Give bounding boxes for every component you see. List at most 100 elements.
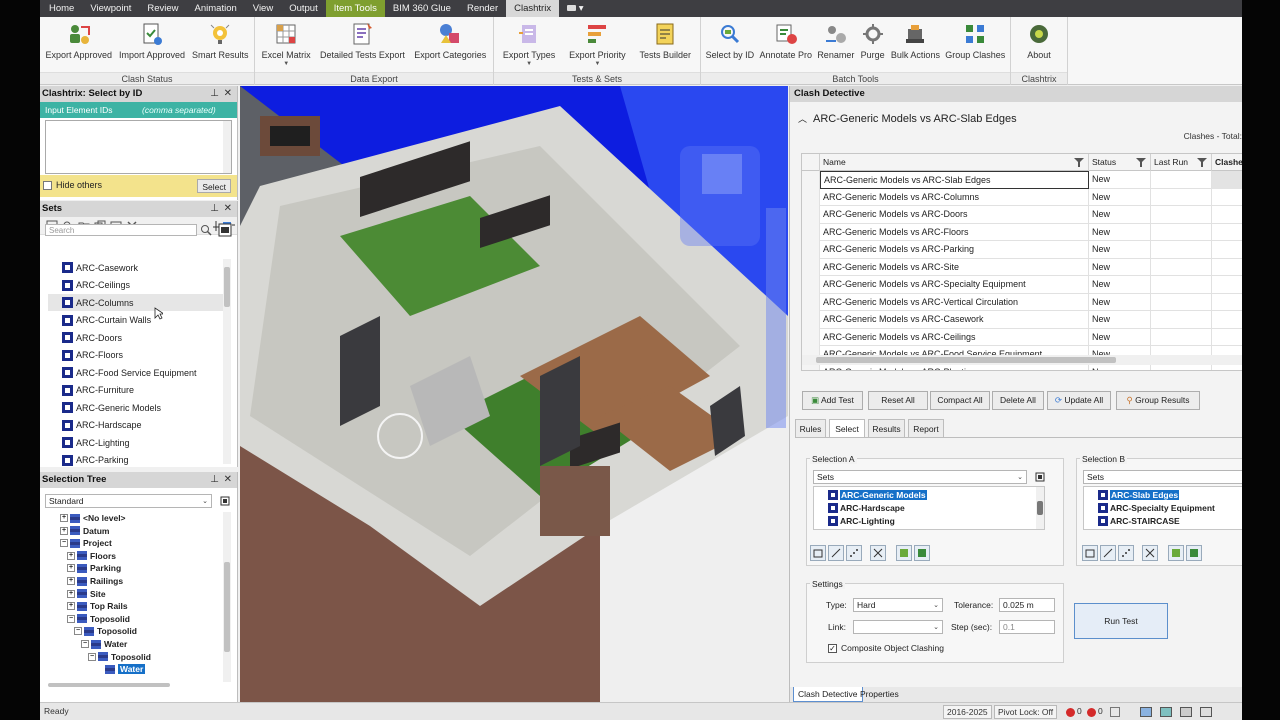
- list-item[interactable]: ARC-Generic Models: [48, 399, 223, 416]
- close-icon[interactable]: ✕: [224, 472, 232, 488]
- export-categories-button[interactable]: Export Categories: [414, 19, 486, 71]
- expand-toggle-icon[interactable]: +: [67, 551, 75, 560]
- warning-icon[interactable]: [1087, 708, 1096, 717]
- close-icon[interactable]: ✕: [224, 86, 232, 102]
- use-current-selection-button[interactable]: [896, 545, 912, 561]
- select-in-scene-button[interactable]: [914, 545, 930, 561]
- tab-item-tools[interactable]: Item Tools: [325, 0, 385, 17]
- tree-node[interactable]: + Site: [67, 588, 106, 600]
- surfaces-toggle[interactable]: [1082, 545, 1098, 561]
- group-results-button[interactable]: ⚲ Group Results: [1116, 391, 1200, 410]
- row-header[interactable]: [802, 188, 820, 206]
- search-icon[interactable]: [200, 224, 212, 236]
- self-intersect-toggle[interactable]: [1142, 545, 1158, 561]
- expand-toggle-icon[interactable]: +: [67, 564, 75, 573]
- table-row[interactable]: ARC-Generic Models vs ARC-Parking New: [802, 241, 1242, 259]
- list-item[interactable]: ARC-Furniture: [48, 382, 223, 399]
- reset-all-button[interactable]: Reset All: [868, 391, 928, 410]
- tab-report[interactable]: Report: [908, 419, 944, 438]
- cell-status[interactable]: New: [1089, 328, 1151, 346]
- sheet-icon[interactable]: [1140, 707, 1152, 717]
- 3d-viewport[interactable]: [240, 86, 788, 702]
- run-test-button[interactable]: Run Test: [1074, 603, 1168, 639]
- options-icon[interactable]: [218, 223, 232, 237]
- excel-matrix-button[interactable]: Excel Matrix ▼: [262, 19, 311, 71]
- tree-node[interactable]: + Datum: [60, 525, 109, 537]
- add-test-button[interactable]: ▣ Add Test: [802, 391, 863, 410]
- tree-node[interactable]: + Railings: [67, 575, 123, 587]
- tree-node[interactable]: − Toposolid: [74, 625, 137, 637]
- list-item[interactable]: ARC-Columns: [48, 294, 223, 311]
- surfaces-toggle[interactable]: [810, 545, 826, 561]
- tab-output[interactable]: Output: [281, 0, 326, 17]
- cell-status[interactable]: New: [1089, 223, 1151, 241]
- table-row[interactable]: ARC-Generic Models vs ARC-Columns New: [802, 188, 1242, 206]
- selection-a-mode-select[interactable]: Sets ⌄: [813, 470, 1027, 484]
- tab-view[interactable]: View: [245, 0, 281, 17]
- points-toggle[interactable]: [1118, 545, 1134, 561]
- pin-icon[interactable]: ⊥: [210, 472, 219, 488]
- group-clashes-button[interactable]: Group Clashes: [945, 19, 1005, 71]
- cell-status[interactable]: New: [1089, 171, 1151, 189]
- row-header[interactable]: [802, 276, 820, 294]
- grid-hscroll-thumb[interactable]: [816, 357, 1116, 363]
- selection-b-mode-select[interactable]: Sets: [1083, 470, 1242, 484]
- expand-toggle-icon[interactable]: +: [67, 577, 75, 585]
- annotate-pro-button[interactable]: Annotate Pro: [759, 19, 812, 71]
- table-row[interactable]: ARC-Generic Models vs ARC-Vertical Circu…: [802, 293, 1242, 311]
- tab-results[interactable]: Results: [868, 419, 905, 438]
- expand-toggle-icon[interactable]: −: [74, 627, 82, 636]
- row-header[interactable]: [802, 171, 820, 189]
- renamer-button[interactable]: Renamer: [817, 19, 854, 71]
- error-icon[interactable]: [1066, 708, 1075, 717]
- tab-bim360-glue[interactable]: BIM 360 Glue: [385, 0, 459, 17]
- list-item[interactable]: ARC-Specialty Equipment: [1098, 501, 1215, 514]
- list-item[interactable]: ARC-Hardscape: [48, 417, 223, 434]
- column-name[interactable]: Name: [820, 154, 1089, 171]
- row-header[interactable]: [802, 206, 820, 224]
- selection-a-scrollbar[interactable]: [1036, 487, 1044, 529]
- expand-toggle-icon[interactable]: −: [81, 640, 89, 648]
- list-item[interactable]: ARC-Lighting: [48, 434, 223, 451]
- expand-toggle-icon[interactable]: +: [67, 602, 75, 611]
- row-header[interactable]: [802, 293, 820, 311]
- cell-name[interactable]: ARC-Generic Models vs ARC-Casework: [820, 311, 1089, 329]
- tree-node[interactable]: + Parking: [67, 562, 121, 574]
- points-toggle[interactable]: [846, 545, 862, 561]
- select-by-id-button[interactable]: Select by ID: [706, 19, 754, 71]
- tab-select[interactable]: Select: [829, 419, 865, 438]
- cell-status[interactable]: New: [1089, 188, 1151, 206]
- table-row[interactable]: ARC-Generic Models vs ARC-Doors New: [802, 206, 1242, 224]
- row-header[interactable]: [802, 258, 820, 276]
- cell-name[interactable]: ARC-Generic Models vs ARC-Slab Edges: [820, 171, 1089, 189]
- cell-name[interactable]: ARC-Generic Models vs ARC-Site: [820, 258, 1089, 276]
- tree-node[interactable]: − Water: [81, 638, 127, 650]
- tab-review[interactable]: Review: [139, 0, 186, 17]
- element-ids-textarea[interactable]: [45, 120, 232, 174]
- column-clashes[interactable]: Clashes: [1212, 154, 1242, 171]
- cell-name[interactable]: ARC-Generic Models vs ARC-Specialty Equi…: [820, 276, 1089, 294]
- tree-node[interactable]: Water: [95, 663, 146, 675]
- column-status[interactable]: Status: [1089, 154, 1151, 171]
- sets-scrollbar[interactable]: [223, 259, 231, 464]
- chevron-up-icon[interactable]: ︿: [798, 114, 807, 124]
- tree-node[interactable]: + <No level>: [60, 512, 126, 524]
- disk-icon[interactable]: [1200, 707, 1212, 717]
- detailed-tests-export-button[interactable]: Detailed Tests Export: [320, 19, 405, 71]
- list-item[interactable]: ARC-Food Service Equipment: [48, 364, 223, 381]
- list-item[interactable]: ARC-Curtain Walls: [48, 312, 223, 329]
- selection-a-options-icon[interactable]: [1035, 472, 1045, 482]
- cell-name[interactable]: ARC-Generic Models vs ARC-Columns: [820, 188, 1089, 206]
- sets-scroll-thumb[interactable]: [224, 267, 230, 307]
- purge-button[interactable]: Purge: [860, 19, 886, 71]
- link-select[interactable]: ⌄: [853, 620, 943, 634]
- list-item[interactable]: ARC-Parking: [48, 452, 223, 469]
- cell-status[interactable]: New: [1089, 293, 1151, 311]
- ids-scrollbar[interactable]: [223, 121, 231, 173]
- table-row[interactable]: ARC-Generic Models vs ARC-Slab Edges New: [802, 171, 1242, 189]
- tree-node[interactable]: − Project: [60, 537, 112, 549]
- current-test-header[interactable]: ︿ ARC-Generic Models vs ARC-Slab Edges: [798, 112, 1017, 125]
- cell-name[interactable]: ARC-Generic Models vs ARC-Vertical Circu…: [820, 293, 1089, 311]
- update-all-button[interactable]: ⟳ Update All: [1047, 391, 1111, 410]
- tree-options-icon[interactable]: [220, 496, 230, 506]
